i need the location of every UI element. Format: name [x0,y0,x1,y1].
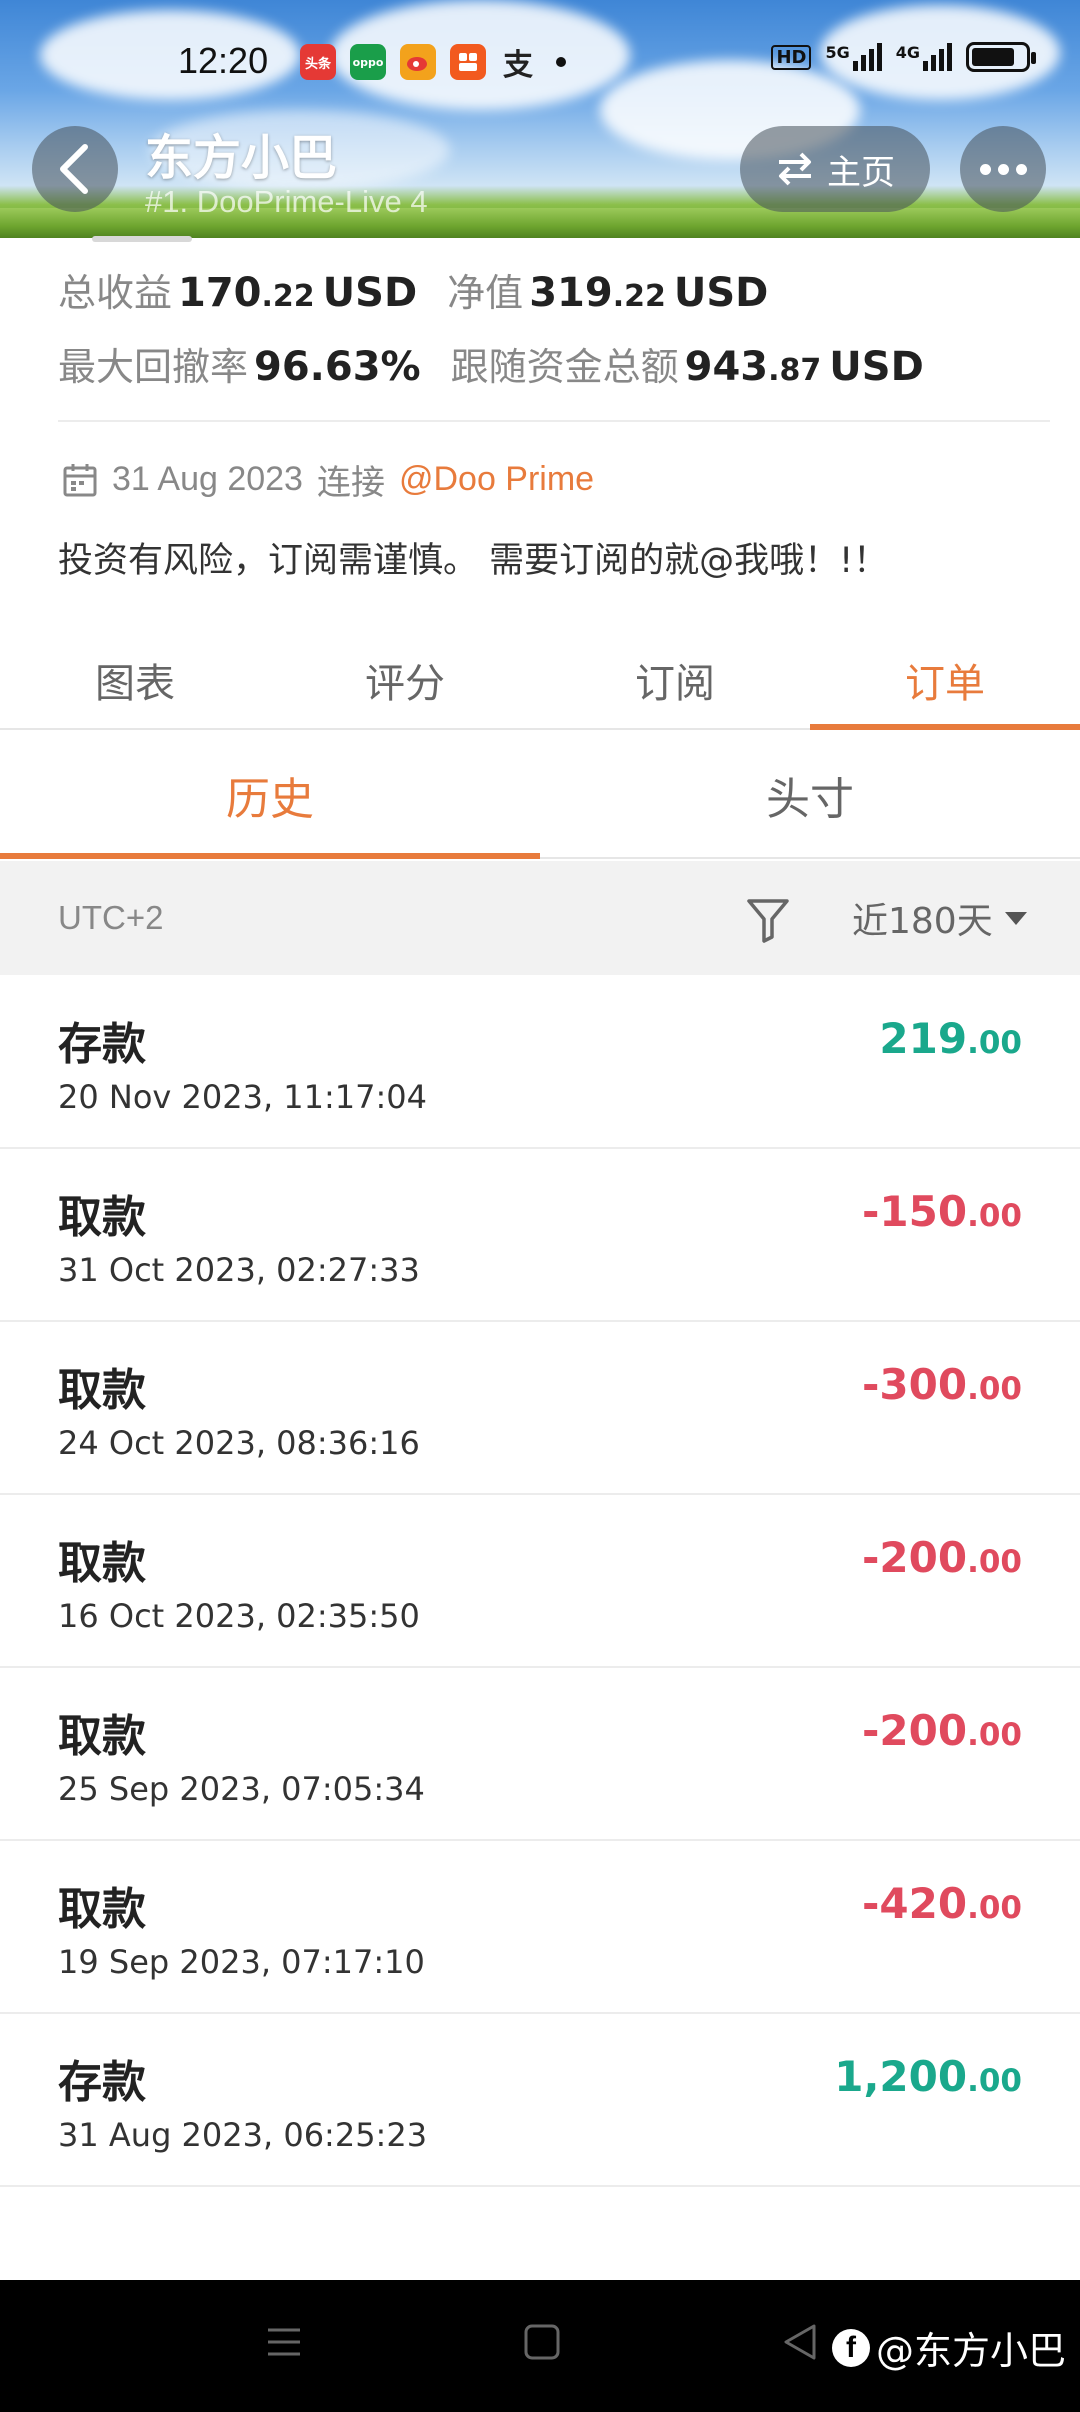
tab-history[interactable]: 历史 [0,733,540,859]
max-drawdown-label: 最大回撤率 [58,345,249,389]
date-range-dropdown[interactable]: 近180天 [852,892,1027,944]
status-app-icons: 头条 oppo 支 [300,44,566,83]
chevron-left-icon [60,144,88,194]
status-indicators: HD 5G 4G [771,42,1036,72]
oppo-icon: oppo [350,44,386,80]
connect-label: 连接 [316,463,385,503]
transaction-time: 25 Sep 2023, 07:05:34 [58,1770,425,1808]
sub-tab-bar: 历史 头寸 [0,733,1080,859]
equity-unit: USD [673,270,769,316]
status-bar: 12:20 头条 oppo 支 HD 5G 4G [0,0,1080,120]
list-item[interactable]: 存款 31 Aug 2023, 06:25:23 1,200.00 [0,2014,1080,2187]
equity-label: 净值 [447,271,524,315]
divider [58,420,1050,422]
transaction-time: 16 Oct 2023, 02:35:50 [58,1597,420,1635]
profile-bio: 投资有风险，订阅需谨慎。 需要订阅的就@我哦！!！ [58,541,889,581]
follow-funds-value: 943 [684,344,769,390]
system-navigation-bar: f @东方小巴 [0,2280,1080,2412]
transaction-time: 19 Sep 2023, 07:17:10 [58,1943,425,1981]
watermark: f @东方小巴 [831,2320,1066,2375]
weibo-icon [400,44,436,80]
profile-header-banner: 12:20 头条 oppo 支 HD 5G 4G 东方小巴 #1. DooPri… [0,0,1080,238]
transaction-type: 存款 [58,1019,146,1070]
tab-subscription[interactable]: 订阅 [540,632,810,728]
home-square-icon[interactable] [522,2322,562,2362]
list-item[interactable]: 取款 24 Oct 2023, 08:36:16 -300.00 [0,1322,1080,1495]
tab-orders[interactable]: 订单 [810,632,1080,730]
transaction-amount: -420.00 [861,1879,1022,1928]
follow-funds-decimal: .87 [768,353,822,388]
broker-link[interactable]: @Doo Prime [399,460,594,499]
more-options-button[interactable] [960,126,1046,212]
connect-date: 31 Aug 2023 [112,460,303,498]
total-profit-label: 总收益 [58,271,173,315]
transaction-type: 存款 [58,2057,146,2108]
stats-row-1: 总收益 170.22 USD 净值 319.22 USD [58,262,798,317]
list-item[interactable]: 存款 20 Nov 2023, 11:17:04 219.00 [0,976,1080,1149]
toutiao-icon: 头条 [300,44,336,80]
timezone-label: UTC+2 [58,899,164,936]
tab-chart[interactable]: 图表 [0,632,270,728]
list-item[interactable]: 取款 31 Oct 2023, 02:27:33 -150.00 [0,1149,1080,1322]
list-item[interactable]: 取款 19 Sep 2023, 07:17:10 -420.00 [0,1841,1080,2014]
caret-down-icon [1004,911,1027,925]
alipay-icon: 支 [503,48,533,83]
date-range-label: 近180天 [852,901,993,942]
transaction-amount: -200.00 [861,1706,1022,1755]
back-triangle-icon[interactable] [780,2322,820,2362]
menu-icon[interactable] [264,2322,304,2362]
transaction-type: 取款 [58,1365,146,1416]
taobao-icon [450,44,486,80]
transaction-type: 取款 [58,1884,146,1935]
connection-info: 31 Aug 2023 连接 @Doo Prime [62,455,594,504]
equity-value: 319 [529,270,613,316]
transaction-amount: -150.00 [861,1187,1022,1236]
signal-4g-icon: 4G [896,43,952,71]
facebook-icon: f [831,2328,870,2367]
tab-positions[interactable]: 头寸 [540,733,1080,857]
account-subtitle: #1. DooPrime-Live 4 [145,184,428,219]
total-profit-decimal: .22 [261,279,315,314]
filter-icon[interactable] [746,897,790,943]
home-button-label: 主页 [827,152,895,193]
back-button[interactable] [32,126,118,212]
transaction-time: 24 Oct 2023, 08:36:16 [58,1424,420,1462]
hd-icon: HD [771,44,812,70]
swap-icon [779,152,811,186]
status-time: 12:20 [178,40,269,81]
equity-decimal: .22 [612,279,666,314]
scroll-indicator [92,236,192,242]
transaction-type: 取款 [58,1538,146,1589]
max-drawdown-value: 96.63% [254,344,421,390]
filter-bar: UTC+2 近180天 [0,861,1080,975]
follow-funds-label: 跟随资金总额 [450,345,679,389]
total-profit-unit: USD [322,270,418,316]
transaction-list: 存款 20 Nov 2023, 11:17:04 219.00 取款 31 Oc… [0,976,1080,2187]
signal-5g-icon: 5G [825,43,882,71]
home-button[interactable]: 主页 [740,126,930,212]
notification-dot-icon [556,57,566,67]
tab-rating[interactable]: 评分 [270,632,540,728]
transaction-time: 31 Oct 2023, 02:27:33 [58,1251,420,1289]
list-item[interactable]: 取款 16 Oct 2023, 02:35:50 -200.00 [0,1495,1080,1668]
transaction-type: 取款 [58,1192,146,1243]
transaction-amount: -300.00 [861,1360,1022,1409]
total-profit-value: 170 [178,270,262,316]
transaction-amount: -200.00 [861,1533,1022,1582]
calendar-icon [63,463,97,496]
transaction-amount: 1,200.00 [834,2052,1022,2101]
main-tab-bar: 图表 评分 订阅 订单 [0,632,1080,730]
transaction-type: 取款 [58,1711,146,1762]
list-item[interactable]: 取款 25 Sep 2023, 07:05:34 -200.00 [0,1668,1080,1841]
watermark-text: @东方小巴 [875,2329,1066,2373]
more-dots-icon [979,163,991,175]
stats-row-2: 最大回撤率 96.63% 跟随资金总额 943.87 USD [58,336,954,391]
transaction-time: 31 Aug 2023, 06:25:23 [58,2116,428,2154]
trader-name: 东方小巴 [145,130,338,186]
transaction-amount: 219.00 [879,1014,1022,1063]
transaction-time: 20 Nov 2023, 11:17:04 [58,1078,428,1116]
battery-icon [966,42,1036,72]
follow-funds-unit: USD [829,344,924,390]
